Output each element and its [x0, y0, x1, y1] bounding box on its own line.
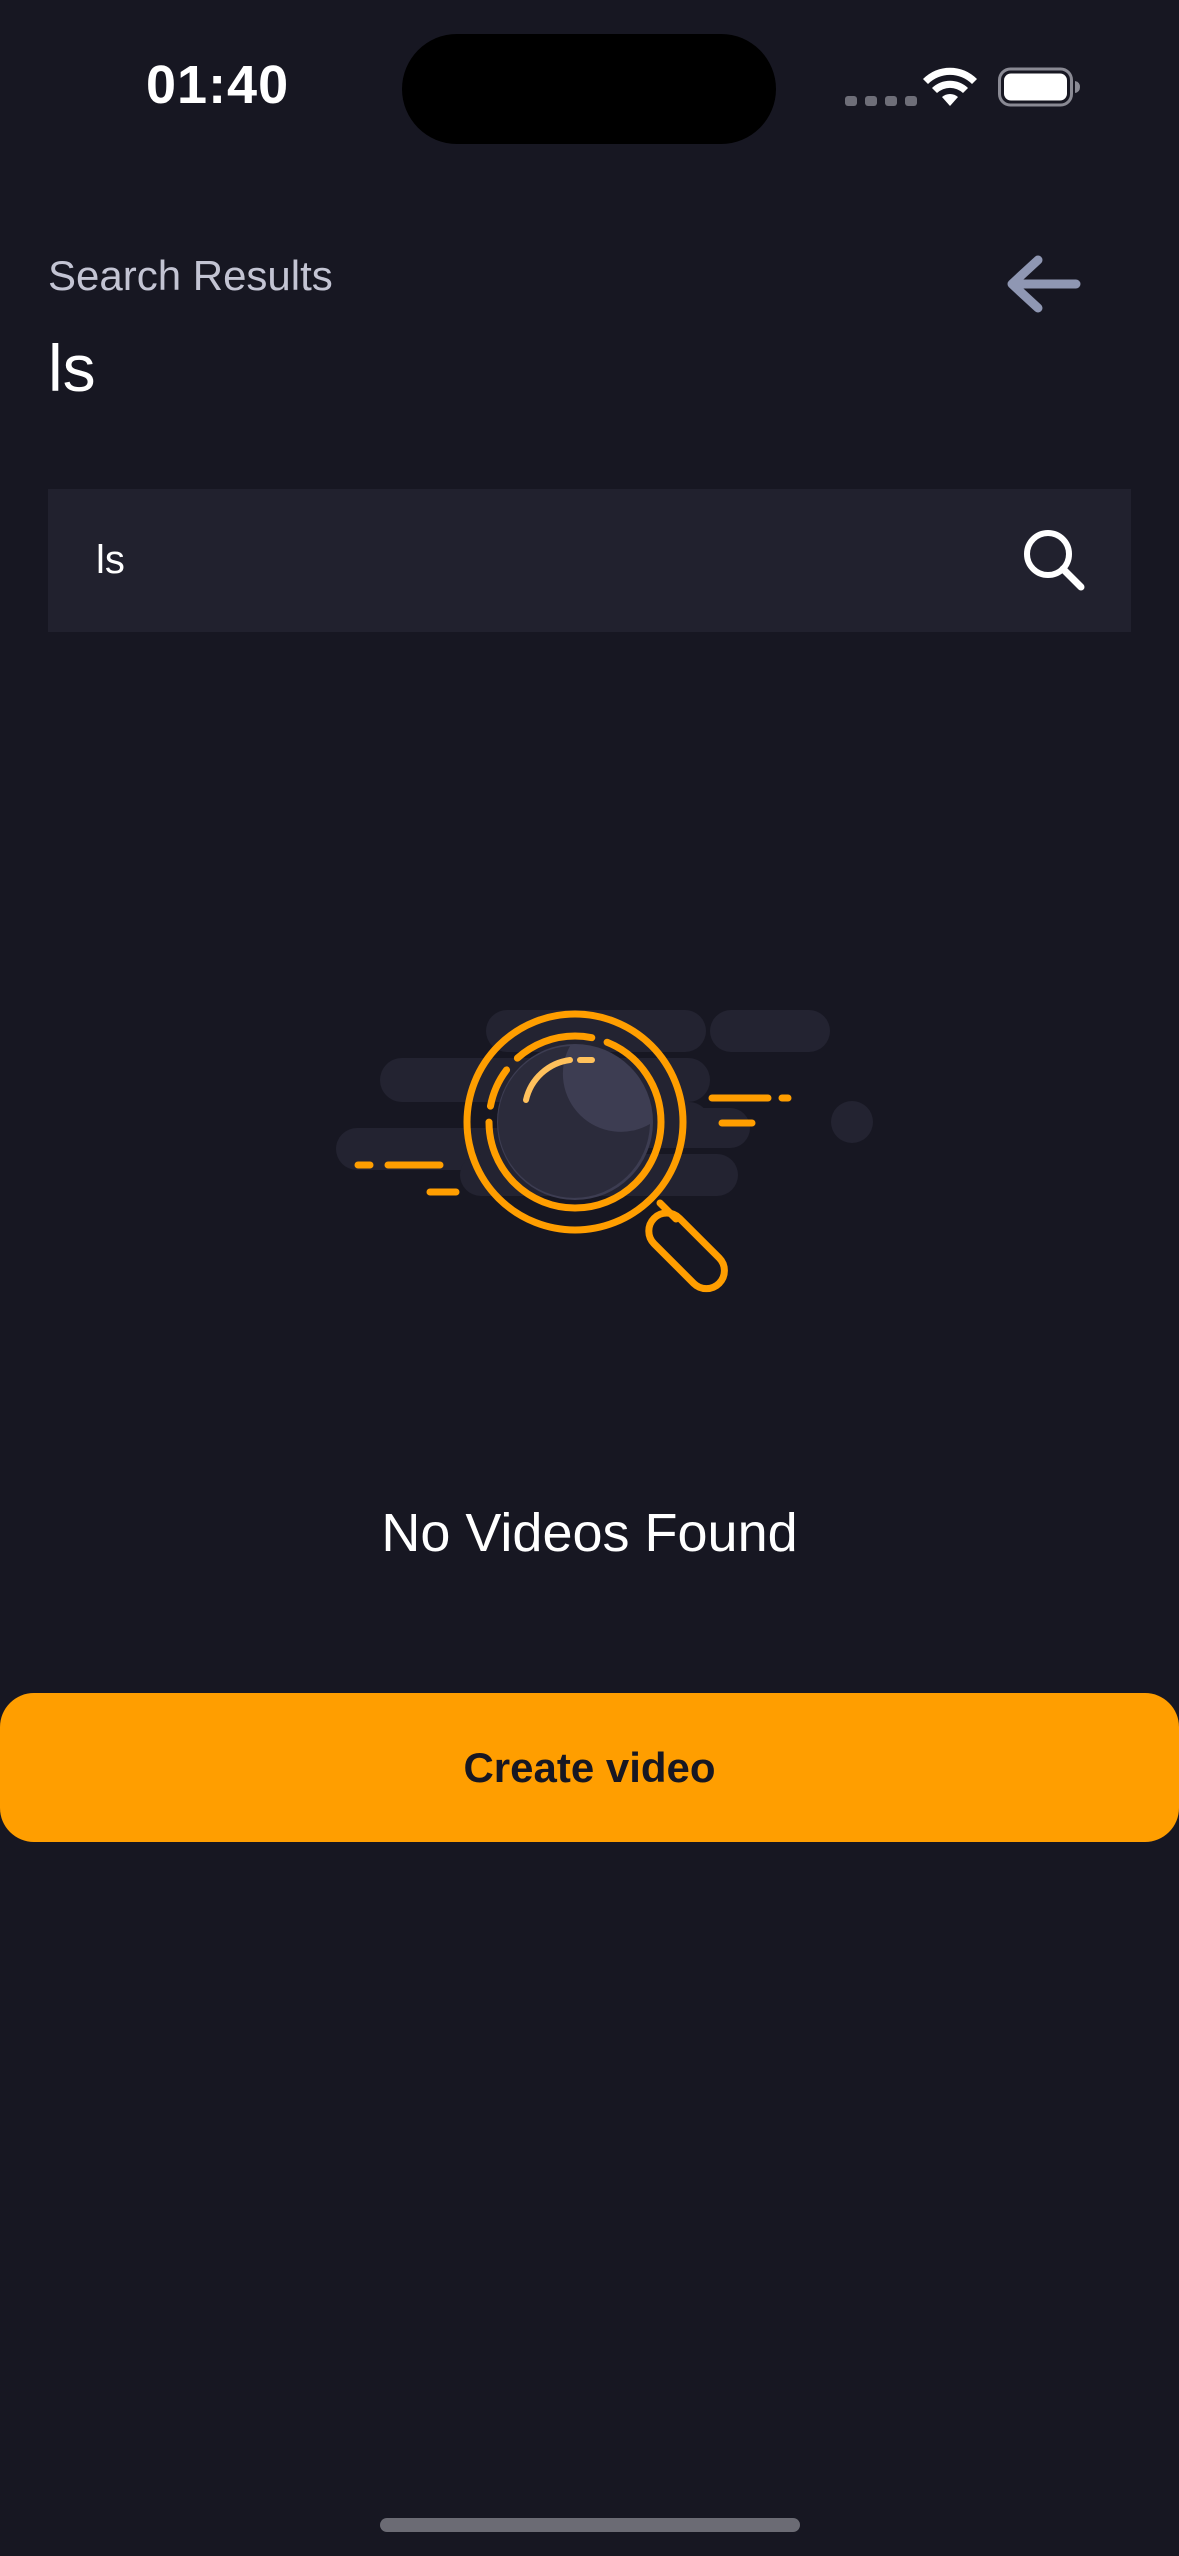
page-title: ls	[48, 331, 96, 405]
home-indicator[interactable]	[380, 2518, 800, 2532]
magnifying-glass-icon	[336, 1010, 873, 1293]
status-time: 01:40	[146, 55, 290, 115]
status-bar: 01:40	[0, 0, 1179, 170]
search-button[interactable]	[1021, 527, 1087, 593]
battery-icon	[998, 67, 1080, 107]
arrow-left-icon	[1007, 255, 1081, 313]
create-video-button[interactable]: Create video	[0, 1693, 1179, 1842]
empty-state-message: No Videos Found	[381, 1503, 798, 1563]
wifi-icon	[923, 67, 977, 106]
search-box	[48, 489, 1131, 632]
search-input[interactable]	[96, 538, 996, 583]
dynamic-island	[402, 34, 776, 144]
header-subtitle: Search Results	[48, 252, 333, 299]
signal-dots-icon	[845, 96, 917, 106]
back-button[interactable]	[996, 244, 1086, 324]
search-icon	[1024, 530, 1085, 591]
